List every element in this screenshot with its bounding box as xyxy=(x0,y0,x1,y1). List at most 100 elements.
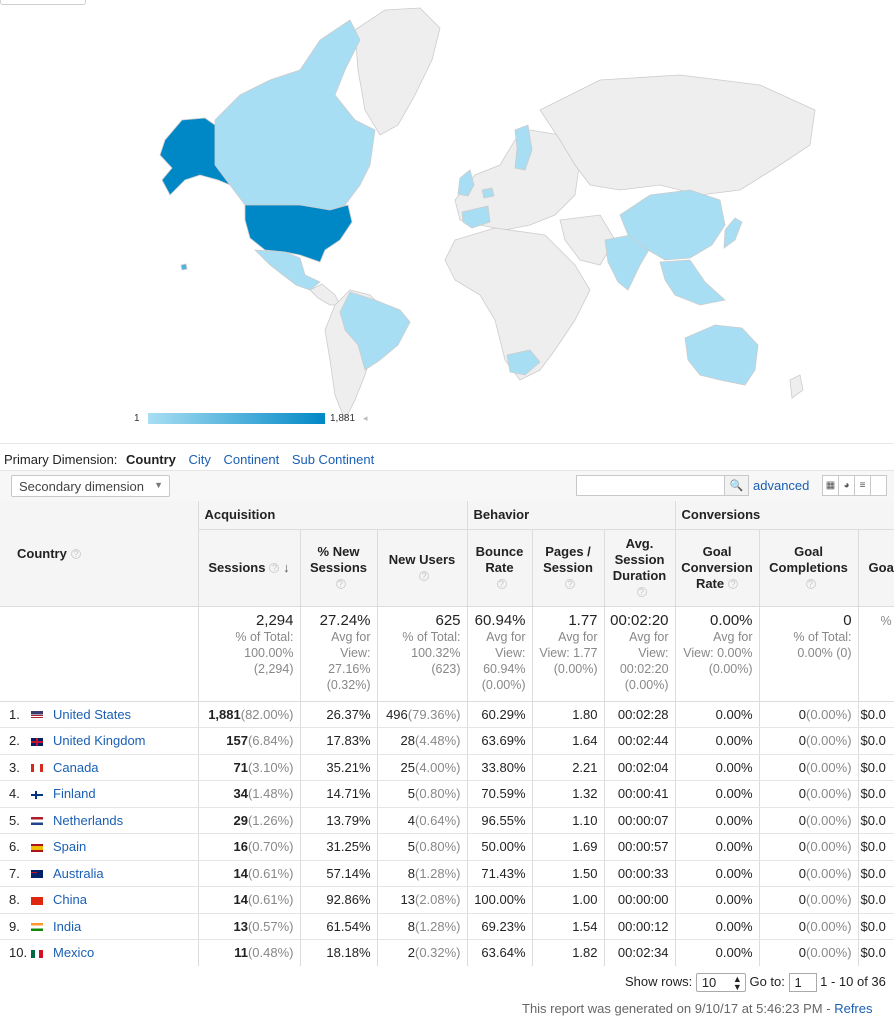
col-goal-completions[interactable]: Goal Completions? xyxy=(759,529,859,607)
new-users-cell: 28(4.48%) xyxy=(377,727,468,755)
bounce-rate-cell: 33.80% xyxy=(467,754,533,781)
sessions-cell: 16(0.70%) xyxy=(198,833,301,861)
dimension-link-continent[interactable]: Continent xyxy=(224,452,280,467)
table-row: 4. Finland 34(1.48%) 14.71% 5(0.80%) 70.59% 1.… xyxy=(0,780,894,808)
legend-caret-icon: ◂ xyxy=(363,413,368,423)
pages-session-cell: 1.32 xyxy=(532,780,605,808)
help-icon: ? xyxy=(335,579,346,590)
dimension-link-sub-continent[interactable]: Sub Continent xyxy=(292,452,374,467)
flag-icon xyxy=(31,843,43,852)
bar-view-icon[interactable]: ≡ xyxy=(854,475,871,496)
flag-icon xyxy=(31,817,43,826)
col-goal-value[interactable]: Goa xyxy=(858,529,894,607)
avg-duration-cell: 00:00:00 xyxy=(604,886,676,914)
col-avg-duration[interactable]: Avg. Session Duration? xyxy=(604,529,676,607)
goal-value-cell: $0.0 xyxy=(858,860,894,887)
refresh-link[interactable]: Refres xyxy=(834,1001,872,1016)
col-bounce-rate[interactable]: Bounce Rate? xyxy=(467,529,533,607)
avg-duration-cell: 00:00:33 xyxy=(604,860,676,887)
new-sessions-cell: 18.18% xyxy=(300,939,378,966)
advanced-filter-link[interactable]: advanced xyxy=(753,478,809,493)
total-sessions: 2,294% of Total: 100.00% (2,294) xyxy=(198,606,301,702)
col-new-sessions[interactable]: % New Sessions? xyxy=(300,529,378,607)
bounce-rate-cell: 100.00% xyxy=(467,886,533,914)
goto-input[interactable]: 1 xyxy=(788,973,817,992)
search-input[interactable]: 🔍 xyxy=(576,475,749,496)
row-index: 10. xyxy=(9,945,28,961)
map-table-divider xyxy=(0,443,894,444)
dimension-link-city[interactable]: City xyxy=(189,452,211,467)
country-link[interactable]: Canada xyxy=(53,760,99,775)
col-pages-session[interactable]: Pages / Session? xyxy=(532,529,605,607)
new-sessions-cell: 17.83% xyxy=(300,727,378,755)
new-sessions-cell: 92.86% xyxy=(300,886,378,914)
col-new-sessions-label: % New Sessions xyxy=(309,543,368,575)
flag-icon xyxy=(31,896,43,905)
col-sessions[interactable]: Sessions? ↓ xyxy=(198,529,301,607)
country-link[interactable]: United Kingdom xyxy=(53,733,146,748)
country-link[interactable]: Netherlands xyxy=(53,813,123,828)
col-goal-completions-label: Goal Completions xyxy=(769,543,848,575)
table-row: 5. Netherlands 29(1.26%) 13.79% 4(0.64%) 96.5… xyxy=(0,807,894,834)
extra-view-icon[interactable] xyxy=(870,475,887,496)
row-index: 5. xyxy=(9,812,20,828)
sessions-cell: 29(1.26%) xyxy=(198,807,301,834)
goal-completions-cell: 0(0.00%) xyxy=(759,807,859,834)
header-group-row: Country? Acquisition Behavior Conversion… xyxy=(0,501,894,607)
group-behavior: Behavior xyxy=(467,501,676,530)
country-link[interactable]: United States xyxy=(53,707,131,722)
goal-completions-cell: 0(0.00%) xyxy=(759,701,859,728)
country-column-header[interactable]: Country? xyxy=(0,501,199,607)
help-icon: ? xyxy=(728,579,739,590)
table-row: 2. United Kingdom 157(6.84%) 17.83% 28(4.48%… xyxy=(0,727,894,755)
primary-dimension-current: Country xyxy=(126,452,176,467)
country-link[interactable]: China xyxy=(53,892,87,907)
avg-duration-cell: 00:02:04 xyxy=(604,754,676,781)
flag-icon xyxy=(31,711,43,720)
country-link[interactable]: Mexico xyxy=(53,945,94,960)
page-range: 1 - 10 of 36 xyxy=(820,973,886,989)
pages-session-cell: 1.54 xyxy=(532,913,605,940)
goal-completions-cell: 0(0.00%) xyxy=(759,780,859,808)
pie-view-icon[interactable]: ◕ xyxy=(838,475,855,496)
help-icon: ? xyxy=(565,579,576,590)
goal-conv-rate-cell: 0.00% xyxy=(675,754,760,781)
goal-conv-rate-cell: 0.00% xyxy=(675,833,760,861)
goal-completions-cell: 0(0.00%) xyxy=(759,833,859,861)
search-icon[interactable]: 🔍 xyxy=(724,476,748,495)
avg-duration-cell: 00:00:41 xyxy=(604,780,676,808)
table-view-icon[interactable]: ▦ xyxy=(822,475,839,496)
new-sessions-cell: 14.71% xyxy=(300,780,378,808)
legend-min: 1 xyxy=(134,413,140,424)
bounce-rate-cell: 71.43% xyxy=(467,860,533,887)
new-users-cell: 25(4.00%) xyxy=(377,754,468,781)
pages-session-cell: 1.10 xyxy=(532,807,605,834)
goal-conv-rate-cell: 0.00% xyxy=(675,727,760,755)
table-row: 7. Australia 14(0.61%) 57.14% 8(1.28%) 71.43%… xyxy=(0,860,894,887)
table-row: 10. Mexico 11(0.48%) 18.18% 2(0.32%) 63.64% 1.… xyxy=(0,939,894,966)
goal-value-cell: $0.0 xyxy=(858,939,894,966)
new-users-cell: 13(2.08%) xyxy=(377,886,468,914)
secondary-dimension-dropdown[interactable]: Secondary dimension ▼ xyxy=(11,475,170,497)
country-cell: 5. Netherlands xyxy=(0,807,199,834)
col-goal-conv-rate-label: Goal Conversion Rate xyxy=(681,543,753,591)
goal-conv-rate-cell: 0.00% xyxy=(675,913,760,940)
country-link[interactable]: Spain xyxy=(53,839,86,854)
sort-desc-icon: ↓ xyxy=(283,559,290,575)
new-sessions-cell: 35.21% xyxy=(300,754,378,781)
col-new-users[interactable]: New Users? xyxy=(377,529,468,607)
country-cell: 3. Canada xyxy=(0,754,199,781)
new-users-cell: 496(79.36%) xyxy=(377,701,468,728)
goal-conv-rate-cell: 0.00% xyxy=(675,807,760,834)
goal-value-cell: $0.0 xyxy=(858,754,894,781)
country-link[interactable]: Finland xyxy=(53,786,96,801)
pages-session-cell: 1.00 xyxy=(532,886,605,914)
col-bounce-rate-label: Bounce Rate xyxy=(475,543,524,575)
country-link[interactable]: India xyxy=(53,919,81,934)
table-row: 8. China 14(0.61%) 92.86% 13(2.08%) 100.00% 1.… xyxy=(0,886,894,914)
rows-per-page-select[interactable]: 10 ▲ ▼ xyxy=(695,973,746,992)
flag-icon xyxy=(31,949,43,958)
row-index: 2. xyxy=(9,733,20,749)
country-link[interactable]: Australia xyxy=(53,866,104,881)
col-goal-conv-rate[interactable]: Goal Conversion Rate? xyxy=(675,529,760,607)
